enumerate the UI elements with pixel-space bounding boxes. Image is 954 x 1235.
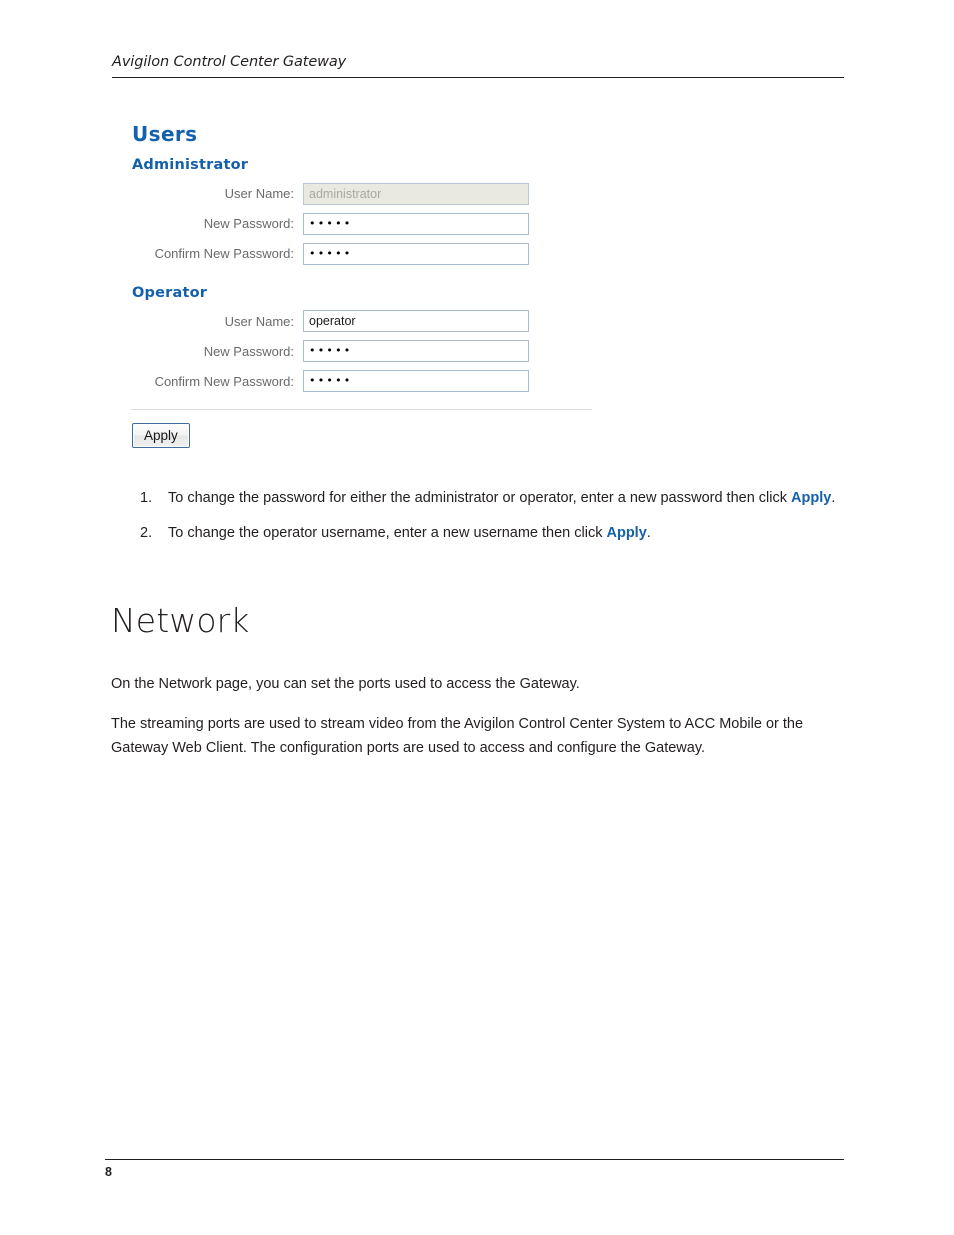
apply-button[interactable]: Apply <box>132 423 190 448</box>
admin-confirm-password-row: Confirm New Password: ••••• <box>131 241 601 267</box>
apply-link[interactable]: Apply <box>606 525 646 541</box>
list-text-after: . <box>831 490 836 506</box>
header-divider <box>112 77 844 78</box>
footer-divider <box>105 1159 844 1160</box>
document-page: Avigilon Control Center Gateway Users Ad… <box>0 0 954 1235</box>
paragraph: The streaming ports are used to stream v… <box>111 716 804 756</box>
admin-new-password-row: New Password: ••••• <box>131 211 601 237</box>
paragraph: On the Network page, you can set the por… <box>111 676 580 692</box>
panel-divider <box>131 409 592 410</box>
list-text: To change the operator username, enter a… <box>168 523 840 544</box>
list-text-before: To change the operator username, enter a… <box>168 525 607 541</box>
list-marker: 2. <box>140 525 153 541</box>
list-marker: 1. <box>140 490 153 506</box>
admin-new-password-input[interactable]: ••••• <box>303 212 529 235</box>
page-footer: 8 <box>105 1159 844 1179</box>
users-panel: Users Administrator User Name: administr… <box>131 124 601 448</box>
running-header: Avigilon Control Center Gateway <box>112 54 844 78</box>
instruction-list: 1. To change the password for either the… <box>140 488 840 558</box>
operator-username-input[interactable]: operator <box>303 310 529 332</box>
operator-confirm-password-input[interactable]: ••••• <box>303 370 529 392</box>
admin-username-label: User Name: <box>224 186 294 201</box>
operator-new-password-row: New Password: ••••• <box>131 338 601 364</box>
operator-new-password-input[interactable]: ••••• <box>303 340 529 362</box>
admin-new-password-label: New Password: <box>203 216 294 231</box>
operator-new-password-label: New Password: <box>203 343 294 359</box>
list-text: To change the password for either the ad… <box>168 488 840 509</box>
users-panel-title: Users <box>132 122 198 146</box>
apply-link[interactable]: Apply <box>791 490 831 506</box>
admin-confirm-password-label: Confirm New Password: <box>154 246 294 261</box>
admin-username-input: administrator <box>303 182 529 205</box>
body-copy: On the Network page, you can set the por… <box>111 672 841 776</box>
list-item: 2. To change the operator username, ente… <box>140 523 840 544</box>
list-text-before: To change the password for either the ad… <box>168 490 792 506</box>
page-title: Network <box>111 601 250 640</box>
list-text-after: . <box>646 525 651 541</box>
admin-username-row: User Name: administrator <box>131 181 601 207</box>
page-number: 8 <box>105 1165 112 1179</box>
operator-confirm-password-label: Confirm New Password: <box>154 373 294 389</box>
admin-confirm-password-input[interactable]: ••••• <box>303 242 529 265</box>
list-item: 1. To change the password for either the… <box>140 488 840 509</box>
operator-confirm-password-row: Confirm New Password: ••••• <box>131 368 601 394</box>
header-title: Avigilon Control Center Gateway <box>112 54 347 70</box>
operator-section-title: Operator <box>132 284 208 301</box>
administrator-section-title: Administrator <box>132 157 249 173</box>
operator-username-label: User Name: <box>224 313 294 329</box>
operator-username-row: User Name: operator <box>131 308 601 334</box>
